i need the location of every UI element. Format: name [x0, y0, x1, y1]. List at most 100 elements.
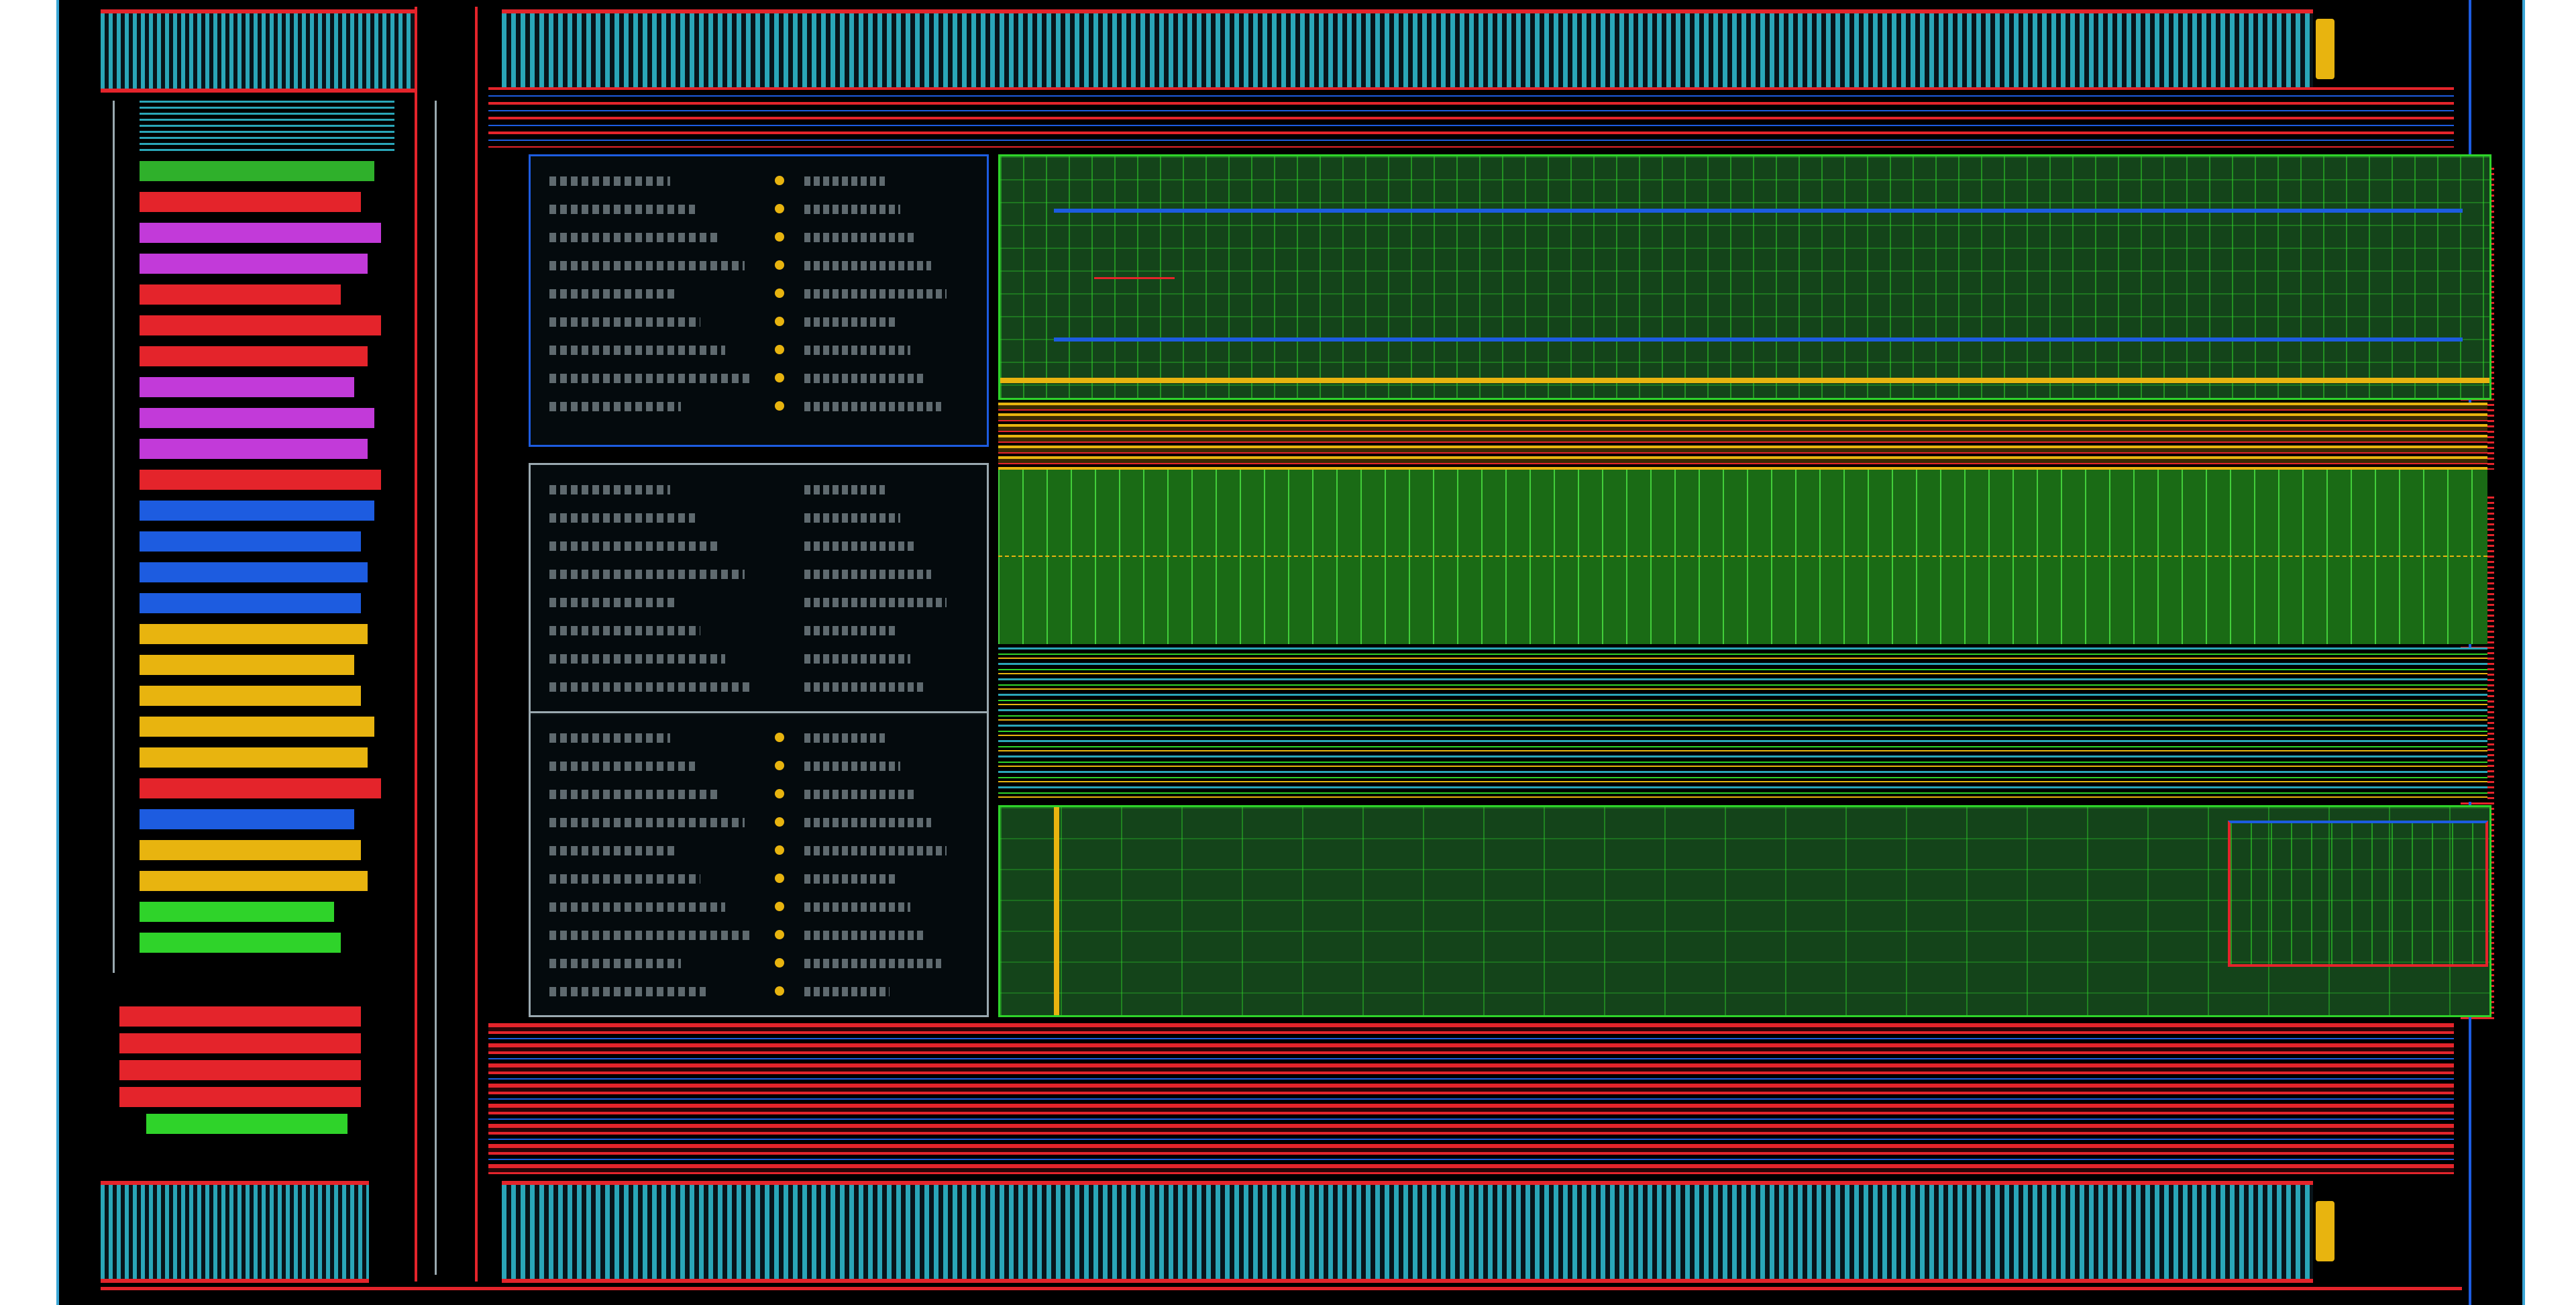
legend-swatch	[140, 871, 368, 891]
left-trace-vertical-3	[475, 7, 478, 1282]
status-dot-icon	[775, 845, 784, 855]
logic-zone-green	[998, 470, 2487, 644]
left-trace-vertical-2	[435, 101, 437, 1275]
register-row-label-glyphs	[549, 513, 695, 523]
pad-indicator-icon	[2316, 19, 2334, 79]
register-row-value-glyphs	[804, 205, 900, 214]
register-row-value-glyphs	[804, 346, 910, 355]
legend-swatch	[119, 1033, 361, 1053]
register-row-value-glyphs	[804, 570, 931, 579]
register-row	[549, 311, 965, 333]
bottom-bus-lines	[488, 1023, 2454, 1174]
status-dot-icon	[775, 817, 784, 827]
register-row-value-glyphs	[804, 176, 885, 186]
register-map-panel-lower	[529, 711, 989, 1017]
register-row-label-glyphs	[549, 987, 706, 996]
register-row-label-glyphs	[549, 902, 725, 912]
register-map-panel-upper	[529, 154, 989, 447]
register-row-value-glyphs	[804, 626, 895, 635]
register-row-label-glyphs	[549, 654, 725, 664]
register-row-label-glyphs	[549, 374, 750, 383]
register-row	[549, 339, 965, 362]
register-row-label-glyphs	[549, 402, 681, 411]
legend-swatch	[146, 1114, 347, 1134]
register-row-value-glyphs	[804, 902, 910, 912]
register-row	[549, 367, 965, 390]
legend-swatch	[119, 1006, 361, 1027]
register-row	[549, 478, 965, 501]
register-row	[549, 395, 965, 418]
legend-swatch	[140, 254, 368, 274]
status-dot-icon	[775, 345, 784, 354]
status-dot-icon	[775, 789, 784, 798]
register-row-value-glyphs	[804, 846, 947, 855]
register-row	[549, 226, 965, 249]
register-row-label-glyphs	[549, 626, 700, 635]
register-row-label-glyphs	[549, 570, 745, 579]
register-row-label-glyphs	[549, 733, 670, 743]
legend-swatch	[140, 840, 361, 860]
register-row-label-glyphs	[549, 682, 750, 692]
register-row-value-glyphs	[804, 790, 916, 799]
dashed-net	[998, 556, 2487, 557]
top-bus-lines	[488, 87, 2454, 148]
register-row-label-glyphs	[549, 346, 725, 355]
register-row-value-glyphs	[804, 959, 941, 968]
register-row-label-glyphs	[549, 846, 676, 855]
left-trace-vertical-4	[113, 101, 115, 973]
legend-swatch	[140, 315, 381, 335]
cell-color-legend	[140, 161, 394, 1000]
register-row-label-glyphs	[549, 598, 676, 607]
register-map-panel-middle	[529, 463, 989, 715]
status-dot-icon	[775, 902, 784, 911]
status-dot-icon	[775, 289, 784, 298]
register-row-value-glyphs	[804, 317, 895, 327]
status-dot-icon	[775, 401, 784, 411]
register-row	[549, 170, 965, 193]
legend-swatch	[140, 593, 361, 613]
register-row-label-glyphs	[549, 261, 745, 270]
register-row-value-glyphs	[804, 402, 941, 411]
register-row-value-glyphs	[804, 513, 900, 523]
legend-swatch	[119, 1087, 361, 1107]
register-row-label-glyphs	[549, 762, 695, 771]
register-row-label-glyphs	[549, 790, 720, 799]
legend-swatch	[140, 439, 368, 459]
bottom-edge-bus	[101, 1287, 2462, 1290]
status-dot-icon	[775, 232, 784, 242]
legend-swatch	[140, 686, 361, 706]
status-dot-icon	[775, 930, 784, 939]
register-row-value-glyphs	[804, 682, 926, 692]
legend-swatch	[140, 192, 361, 212]
blue-trace	[1054, 337, 2463, 342]
gold-trace	[1054, 807, 1059, 1015]
legend-swatch	[140, 809, 354, 829]
register-row	[549, 727, 965, 749]
register-row-value-glyphs	[804, 874, 895, 884]
status-dot-icon	[775, 317, 784, 326]
register-row	[549, 282, 965, 305]
register-row-value-glyphs	[804, 541, 916, 551]
legend-swatch	[140, 284, 341, 305]
register-row	[549, 563, 965, 586]
register-row	[549, 647, 965, 670]
status-dot-icon	[775, 260, 784, 270]
status-dot-icon	[775, 986, 784, 996]
register-row	[549, 535, 965, 558]
register-row-value-glyphs	[804, 931, 926, 940]
logic-zone-bottom	[998, 805, 2491, 1017]
register-row-value-glyphs	[804, 485, 885, 494]
register-row-label-glyphs	[549, 485, 670, 494]
legend-swatch	[140, 161, 374, 181]
register-row	[549, 980, 965, 1003]
register-row	[549, 254, 965, 277]
register-row	[549, 783, 965, 806]
register-row-label-glyphs	[549, 289, 676, 299]
logic-zone-mixed-bus	[998, 647, 2487, 802]
register-row-value-glyphs	[804, 654, 910, 664]
legend-swatch	[119, 1060, 361, 1080]
legend-swatch	[140, 470, 381, 490]
lower-cell-legend	[119, 1006, 374, 1141]
legend-swatch	[140, 562, 368, 582]
logic-zone-gold-bus	[998, 403, 2487, 470]
